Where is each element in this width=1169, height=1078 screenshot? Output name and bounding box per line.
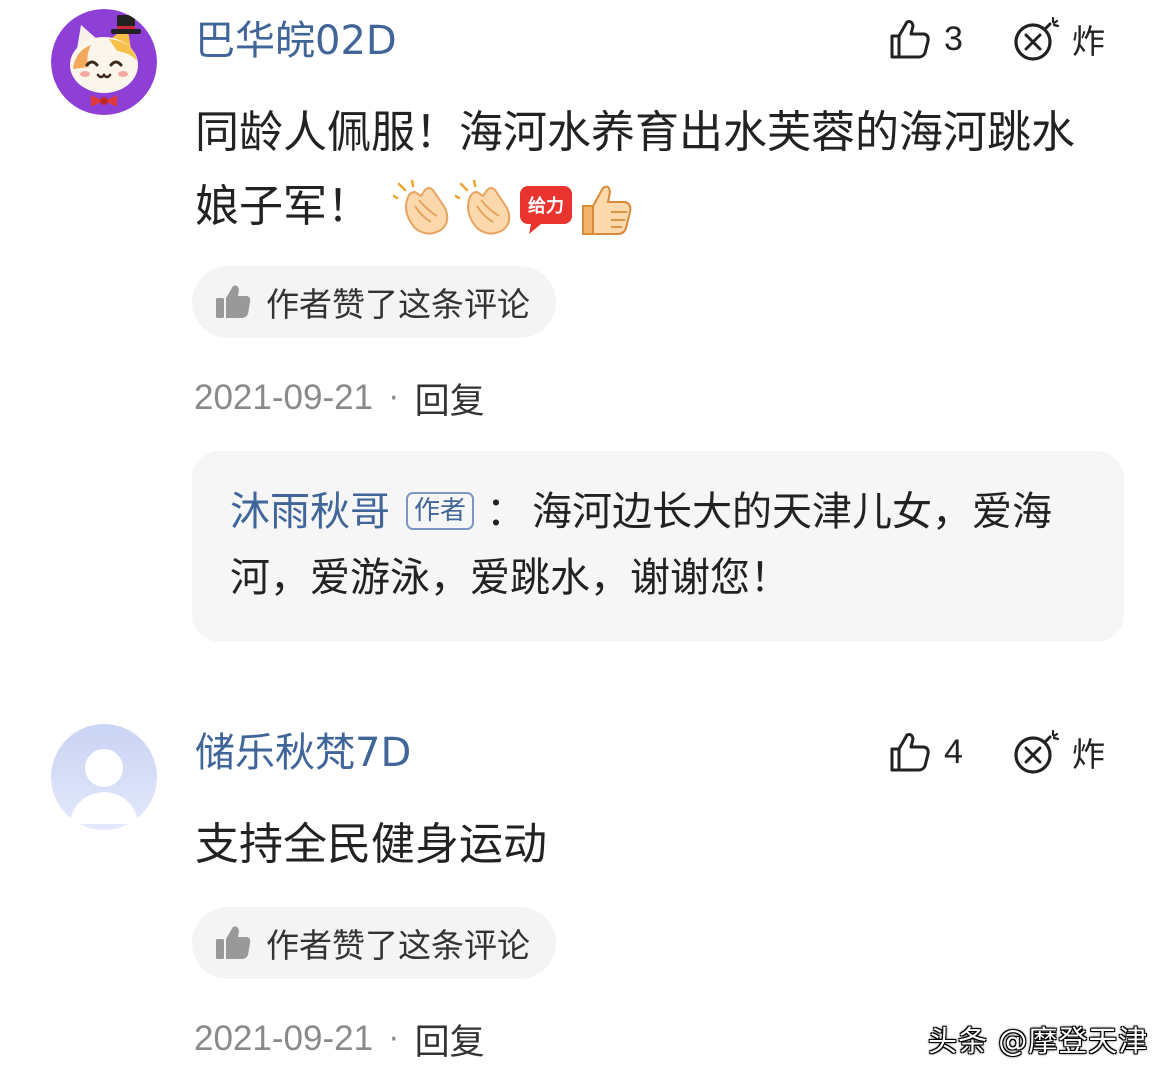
reply-button[interactable]: 回复	[415, 1014, 485, 1065]
comment-date: 2021-09-21	[194, 1019, 374, 1058]
reply-content: 沐雨秋哥 作者：海河边长大的天津儿女，爱海河，爱游泳，爱跳水，谢谢您！	[230, 479, 1100, 611]
comment-text: 支持全民健身运动	[195, 808, 1095, 882]
geili-text: 给力	[528, 195, 564, 217]
cat-avatar	[51, 9, 157, 115]
author-liked-chip: 作者赞了这条评论	[192, 266, 556, 338]
reply-separator: ：	[486, 489, 527, 535]
meta-separator: ·	[389, 380, 399, 416]
bomb-icon	[1014, 729, 1060, 774]
username[interactable]: 储乐秋梵7D	[195, 728, 411, 778]
emoji-row: 给力	[393, 180, 635, 238]
like-count: 3	[944, 19, 963, 58]
bomb-button[interactable]: 炸	[1012, 14, 1105, 64]
thumbs-up-outline-icon	[890, 20, 930, 59]
author-liked-chip: 作者赞了这条评论	[192, 907, 556, 979]
bomb-button[interactable]: 炸	[1012, 727, 1105, 777]
meta-separator: ·	[389, 1021, 399, 1057]
like-button[interactable]: 3	[888, 14, 963, 64]
comment-body: 支持全民健身运动	[195, 819, 547, 870]
author-reply[interactable]: 沐雨秋哥 作者：海河边长大的天津儿女，爱海河，爱游泳，爱跳水，谢谢您！	[192, 451, 1124, 642]
author-liked-text: 作者赞了这条评论	[266, 285, 530, 324]
thumbs-up-filled-icon	[216, 285, 251, 318]
geili-emoji: 给力	[520, 186, 572, 234]
watermark: 头条 @摩登天津	[928, 1024, 1149, 1058]
bomb-icon	[1014, 16, 1060, 61]
comment-text: 同龄人佩服！海河水养育出水芙蓉的海河跳水娘子军！ 给力	[195, 96, 1095, 244]
comment-meta: 2021-09-21 · 回复	[194, 373, 485, 423]
default-user-avatar	[51, 724, 157, 830]
like-button[interactable]: 4	[888, 727, 963, 777]
username[interactable]: 巴华皖02D	[195, 16, 397, 66]
clap-emoji	[393, 180, 449, 235]
avatar[interactable]	[51, 724, 157, 830]
author-liked-text: 作者赞了这条评论	[266, 926, 530, 965]
comment-body: 同龄人佩服！海河水养育出水芙蓉的海河跳水娘子军！	[195, 107, 1075, 232]
comment-date: 2021-09-21	[194, 378, 374, 417]
avatar[interactable]	[51, 9, 157, 115]
thumbs-up-emoji	[582, 185, 632, 235]
bomb-label: 炸	[1072, 22, 1105, 61]
reply-button[interactable]: 回复	[415, 373, 485, 424]
comment-meta: 2021-09-21 · 回复	[194, 1014, 485, 1064]
thumbs-up-filled-icon	[216, 926, 251, 959]
clap-emoji	[455, 180, 511, 235]
author-badge: 作者	[406, 492, 475, 530]
bomb-label: 炸	[1072, 735, 1105, 774]
reply-author-name[interactable]: 沐雨秋哥	[230, 489, 390, 535]
thumbs-up-outline-icon	[890, 733, 930, 772]
like-count: 4	[944, 732, 963, 771]
